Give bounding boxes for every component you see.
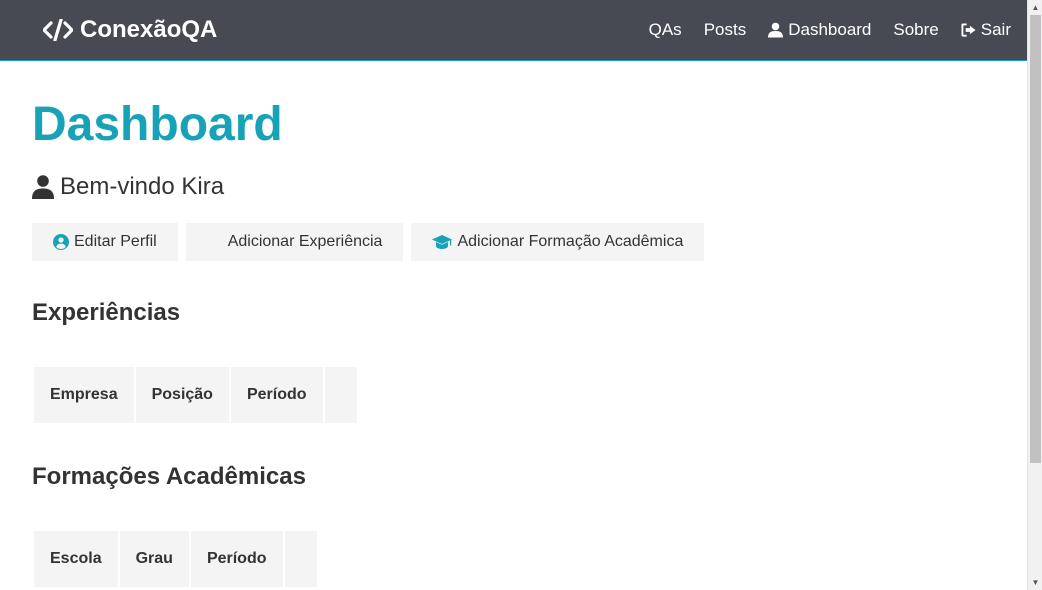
- add-experience-label: Adicionar Experiência: [227, 233, 383, 250]
- education-table: Escola Grau Período: [32, 529, 319, 589]
- dashboard-actions: Editar Perfil Adicionar Experiência Adic…: [32, 223, 1022, 261]
- scroll-down-arrow-icon[interactable]: ▼: [1028, 575, 1042, 590]
- nav-links: QAs Posts Dashboard Sobre Sair: [627, 0, 1011, 60]
- sign-out-icon: [961, 23, 976, 37]
- navbar: ConexãoQA QAs Posts Dashboard Sobre Sair: [0, 0, 1027, 61]
- graduation-cap-icon: [432, 235, 453, 249]
- experiences-title: Experiências: [32, 299, 181, 326]
- column-header-empresa: Empresa: [34, 367, 134, 423]
- welcome-message: Bem-vindo Kira: [32, 173, 1022, 201]
- nav-link-posts-label: Posts: [703, 20, 747, 39]
- briefcase-icon: [207, 234, 223, 250]
- column-header-posicao: Posição: [135, 367, 229, 423]
- column-header-escola: Escola: [34, 531, 118, 587]
- nav-link-dashboard[interactable]: Dashboard: [768, 20, 871, 40]
- welcome-text: Bem-vindo Kira: [60, 173, 225, 200]
- add-education-button[interactable]: Adicionar Formação Acadêmica: [411, 223, 705, 261]
- nav-link-posts[interactable]: Posts: [704, 20, 747, 40]
- edit-profile-button[interactable]: Editar Perfil: [32, 223, 178, 261]
- page-title: Dashboard: [32, 98, 283, 151]
- column-header-actions: [284, 531, 317, 587]
- nav-link-qas[interactable]: QAs: [649, 20, 682, 40]
- table-header-row: Escola Grau Período: [34, 531, 317, 587]
- nav-link-sair-label: Sair: [980, 20, 1011, 39]
- user-circle-icon: [53, 234, 69, 250]
- nav-link-dashboard-label: Dashboard: [788, 20, 872, 39]
- add-education-label: Adicionar Formação Acadêmica: [457, 233, 684, 250]
- vertical-scrollbar[interactable]: ▲ ▼: [1027, 0, 1042, 590]
- user-icon: [32, 175, 54, 199]
- add-experience-button[interactable]: Adicionar Experiência: [185, 223, 404, 261]
- column-header-actions: [324, 367, 357, 423]
- experiences-table: Empresa Posição Período: [32, 365, 359, 425]
- code-icon: [43, 19, 73, 41]
- nav-link-sobre-label: Sobre: [893, 20, 939, 39]
- education-title: Formações Acadêmicas: [32, 463, 306, 490]
- nav-link-sobre[interactable]: Sobre: [893, 20, 938, 40]
- user-icon: [768, 22, 784, 38]
- table-header-row: Empresa Posição Período: [34, 367, 357, 423]
- brand-name: ConexãoQA: [80, 16, 218, 43]
- edit-profile-label: Editar Perfil: [74, 233, 157, 250]
- main-content: Dashboard Bem-vindo Kira Editar Perfil A…: [32, 61, 1022, 589]
- column-header-grau: Grau: [119, 531, 189, 587]
- nav-link-sair[interactable]: Sair: [961, 20, 1011, 40]
- nav-link-qas-label: QAs: [648, 20, 682, 39]
- column-header-periodo: Período: [190, 531, 283, 587]
- column-header-periodo: Período: [230, 367, 323, 423]
- scroll-up-arrow-icon[interactable]: ▲: [1028, 0, 1042, 15]
- brand-link[interactable]: ConexãoQA: [43, 16, 217, 44]
- scrollbar-thumb[interactable]: [1030, 15, 1041, 463]
